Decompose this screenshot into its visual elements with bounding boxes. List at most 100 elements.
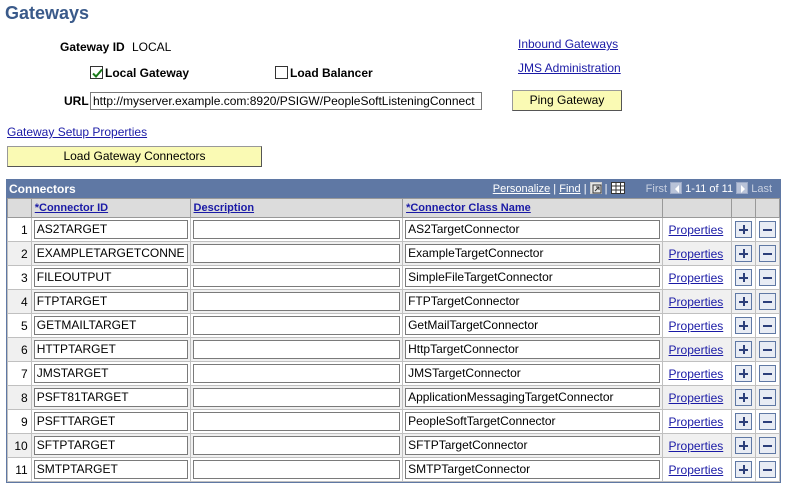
spreadsheet-icon[interactable] [610,182,625,194]
properties-link[interactable]: Properties [669,439,724,453]
class-name-input[interactable]: ExampleTargetConnector [405,244,660,263]
inbound-gateways-link[interactable]: Inbound Gateways [518,37,618,51]
connector-id-input[interactable]: PSFT81TARGET [33,388,188,407]
jms-administration-link[interactable]: JMS Administration [518,61,621,75]
load-balancer-checkbox[interactable]: Load Balancer [275,66,373,80]
add-header [731,198,757,218]
view-all-icon[interactable] [589,182,602,194]
description-input[interactable] [192,292,401,311]
description-input[interactable] [192,340,401,359]
delete-cell [755,385,780,410]
delete-row-icon[interactable] [759,221,777,238]
description-input[interactable] [192,388,401,407]
class-name-input[interactable]: FTPTargetConnector [405,292,660,311]
class-name-input[interactable]: SimpleFileTargetConnector [405,268,660,287]
description-input[interactable] [192,316,401,335]
description-input[interactable] [192,220,401,239]
connector-id-input[interactable]: SFTPTARGET [33,436,188,455]
url-input[interactable]: http://myserver.example.com:8920/PSIGW/P… [90,92,482,110]
row-number: 3 [7,265,32,290]
delete-row-icon[interactable] [759,413,777,430]
properties-link[interactable]: Properties [669,415,724,429]
add-row-icon[interactable] [735,317,753,334]
properties-link[interactable]: Properties [669,343,724,357]
delete-row-icon[interactable] [759,437,777,454]
add-row-icon[interactable] [735,389,753,406]
connector-id-input[interactable]: HTTPTARGET [33,340,188,359]
description-input[interactable] [192,268,401,287]
load-gateway-connectors-button[interactable]: Load Gateway Connectors [7,146,262,167]
delete-row-icon[interactable] [759,245,777,262]
connector-id-cell: PSFT81TARGET [30,385,191,410]
find-link[interactable]: Find [559,183,580,195]
row-number: 5 [7,313,32,338]
class-name-input[interactable]: GetMailTargetConnector [405,316,660,335]
add-row-icon[interactable] [735,413,753,430]
description-input[interactable] [192,364,401,383]
first-label: First [645,183,668,195]
add-row-icon[interactable] [735,437,753,454]
connector-id-input[interactable]: SMTPTARGET [33,460,188,479]
class-name-header[interactable]: *Connector Class Name [402,198,663,218]
gateway-setup-properties-link[interactable]: Gateway Setup Properties [7,125,147,139]
class-name-input[interactable]: SFTPTargetConnector [405,436,660,455]
add-row-icon[interactable] [735,245,753,262]
delete-row-icon[interactable] [759,389,777,406]
description-input[interactable] [192,436,401,455]
description-input[interactable] [192,412,401,431]
connector-id-input[interactable]: JMSTARGET [33,364,188,383]
delete-row-icon[interactable] [759,293,777,310]
description-input[interactable] [192,460,401,479]
description-header[interactable]: Description [189,198,404,218]
class-name-input[interactable]: AS2TargetConnector [405,220,660,239]
add-cell [731,265,757,290]
delete-row-icon[interactable] [759,317,777,334]
add-row-icon[interactable] [735,365,753,382]
ping-gateway-button[interactable]: Ping Gateway [512,90,622,111]
properties-link[interactable]: Properties [669,247,724,261]
last-label: Last [751,183,772,195]
add-row-icon[interactable] [735,461,753,478]
properties-link[interactable]: Properties [669,223,724,237]
properties-cell: Properties [661,217,733,242]
description-cell [189,385,404,410]
add-row-icon[interactable] [735,341,753,358]
connector-id-input[interactable]: FILEOUTPUT [33,268,188,287]
class-name-input[interactable]: SMTPTargetConnector [405,460,660,479]
table-row: 7 JMSTARGET JMSTargetConnector Properties [7,361,780,386]
delete-row-icon[interactable] [759,365,777,382]
personalize-link[interactable]: Personalize [493,183,550,195]
connector-id-input[interactable]: GETMAILTARGET [33,316,188,335]
connector-id-header[interactable]: *Connector ID [30,198,191,218]
row-number-header [7,198,32,218]
properties-cell: Properties [661,433,733,458]
properties-link[interactable]: Properties [669,463,724,477]
class-name-input[interactable]: HttpTargetConnector [405,340,660,359]
local-gateway-checkbox[interactable]: Local Gateway [90,66,189,80]
properties-link[interactable]: Properties [669,319,724,333]
connector-id-input[interactable]: EXAMPLETARGETCONNE [33,244,188,263]
properties-link[interactable]: Properties [669,391,724,405]
connector-id-input[interactable]: FTPTARGET [33,292,188,311]
delete-row-icon[interactable] [759,269,777,286]
delete-row-icon[interactable] [759,341,777,358]
connector-id-input[interactable]: AS2TARGET [33,220,188,239]
class-name-input[interactable]: JMSTargetConnector [405,364,660,383]
table-row: 8 PSFT81TARGET ApplicationMessagingTargetC… [7,385,780,410]
delete-row-icon[interactable] [759,461,777,478]
class-name-input[interactable]: PeopleSoftTargetConnector [405,412,660,431]
properties-link[interactable]: Properties [669,367,724,381]
description-input[interactable] [192,244,401,263]
add-row-icon[interactable] [735,221,753,238]
class-name-input[interactable]: ApplicationMessagingTargetConnector [405,388,660,407]
delete-cell [755,361,780,386]
connector-id-input[interactable]: PSFTTARGET [33,412,188,431]
connector-id-cell: SFTPTARGET [30,433,191,458]
properties-link[interactable]: Properties [669,271,724,285]
gateway-id-value: LOCAL [132,40,172,54]
class-name-cell: HttpTargetConnector [402,337,663,362]
table-row: 5 GETMAILTARGET GetMailTargetConnector Prop… [7,313,780,338]
add-row-icon[interactable] [735,269,753,286]
add-row-icon[interactable] [735,293,753,310]
properties-link[interactable]: Properties [669,295,724,309]
